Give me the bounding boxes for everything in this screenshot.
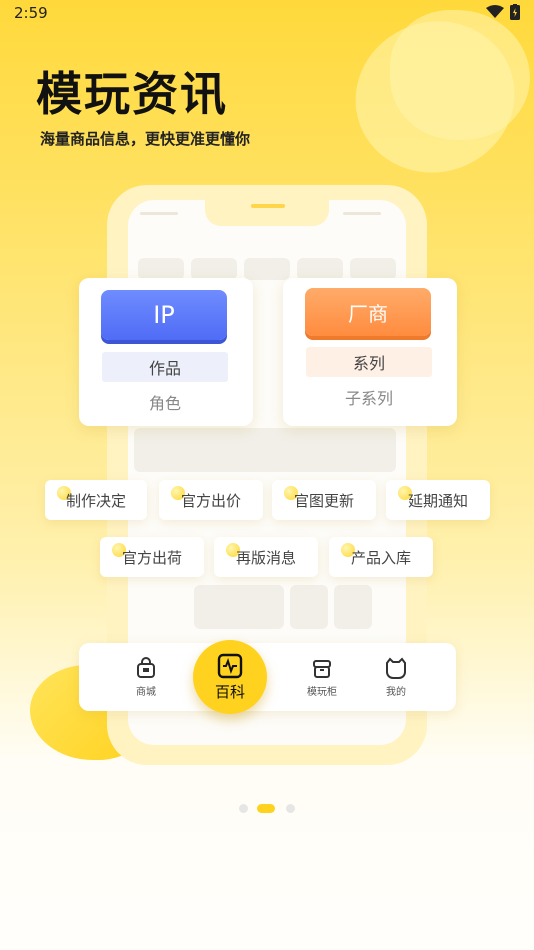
decor-line bbox=[343, 212, 381, 215]
battery-icon bbox=[510, 4, 520, 20]
nav-item-mall[interactable]: 商城 bbox=[126, 657, 166, 698]
manufacturer-button[interactable]: 厂商 bbox=[305, 288, 431, 336]
tag-label: 官方出荷 bbox=[121, 548, 182, 567]
nav-item-encyclopedia[interactable]: 百科 bbox=[193, 640, 267, 714]
tag-label: 产品入库 bbox=[350, 548, 411, 567]
pager-dot[interactable] bbox=[239, 804, 248, 813]
placeholder-block bbox=[134, 428, 396, 472]
placeholder-block bbox=[297, 258, 343, 280]
subseries-label: 子系列 bbox=[344, 389, 393, 408]
placeholder-block bbox=[334, 585, 372, 629]
pager-dot[interactable] bbox=[286, 804, 295, 813]
tag-item[interactable]: 延期通知 bbox=[386, 480, 490, 520]
placeholder-block bbox=[191, 258, 237, 280]
tag-item[interactable]: 官方出荷 bbox=[100, 537, 204, 577]
decor-line bbox=[140, 212, 178, 215]
nav-label: 百科 bbox=[214, 682, 245, 701]
tag-label: 制作决定 bbox=[65, 491, 126, 510]
tag-item[interactable]: 官方出价 bbox=[159, 480, 263, 520]
phone-notch bbox=[205, 198, 329, 226]
placeholder-block bbox=[138, 258, 184, 280]
works-label: 作品 bbox=[102, 352, 228, 382]
decor-blob bbox=[390, 10, 530, 140]
placeholder-block bbox=[244, 258, 290, 280]
page-title: 模玩资讯 bbox=[36, 67, 228, 121]
tag-item[interactable]: 产品入库 bbox=[329, 537, 433, 577]
encyclopedia-icon bbox=[217, 653, 243, 678]
character-label: 角色 bbox=[148, 394, 181, 413]
tag-item[interactable]: 制作决定 bbox=[45, 480, 147, 520]
status-time: 2:59 bbox=[14, 4, 48, 22]
tag-label: 再版消息 bbox=[235, 548, 296, 567]
pager-dot-active[interactable] bbox=[257, 804, 275, 813]
cabinet-icon bbox=[313, 660, 331, 678]
placeholder-block bbox=[194, 585, 284, 629]
nav-label: 商城 bbox=[136, 687, 156, 698]
tag-item[interactable]: 官图更新 bbox=[272, 480, 376, 520]
nav-label: 我的 bbox=[386, 687, 406, 698]
tag-label: 延期通知 bbox=[407, 491, 468, 510]
shopping-bag-icon bbox=[137, 657, 155, 678]
profile-icon bbox=[386, 657, 406, 679]
nav-item-cabinet[interactable]: 模玩柜 bbox=[302, 657, 342, 698]
nav-label: 模玩柜 bbox=[307, 687, 337, 698]
placeholder-block bbox=[350, 258, 396, 280]
series-label: 系列 bbox=[306, 347, 432, 377]
tag-item[interactable]: 再版消息 bbox=[214, 537, 318, 577]
ip-button[interactable]: IP bbox=[101, 290, 227, 340]
phone-speaker bbox=[251, 204, 285, 208]
nav-item-profile[interactable]: 我的 bbox=[376, 657, 416, 698]
tag-label: 官方出价 bbox=[180, 491, 241, 510]
page-subtitle: 海量商品信息，更快更准更懂你 bbox=[40, 130, 251, 148]
placeholder-block bbox=[290, 585, 328, 629]
tag-label: 官图更新 bbox=[293, 491, 354, 510]
